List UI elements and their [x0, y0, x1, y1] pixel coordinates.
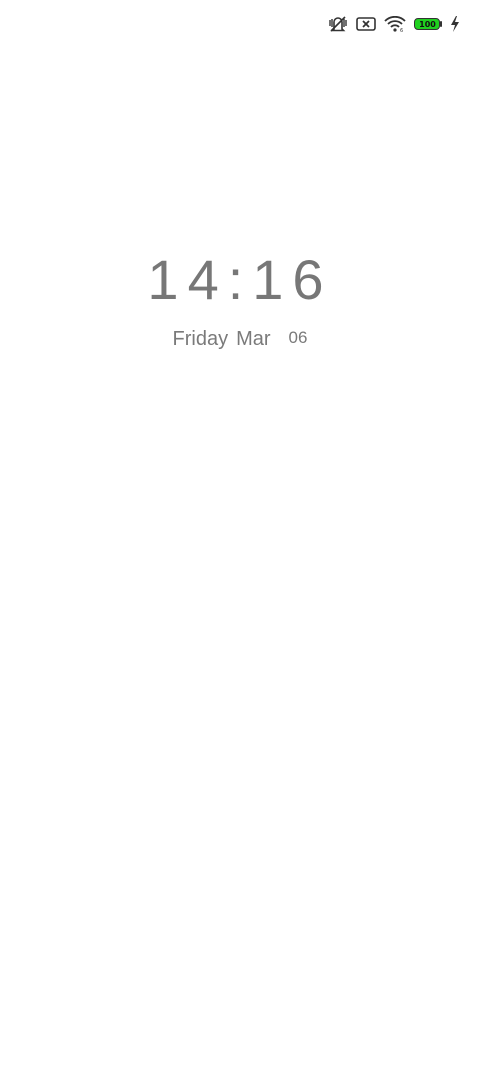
date-number: 06 — [288, 328, 308, 347]
status-bar: 6 100 — [328, 12, 460, 36]
date-month: Mar — [236, 328, 271, 350]
svg-text:6: 6 — [400, 28, 403, 32]
battery-level: 100 — [419, 20, 436, 29]
lock-screen-date: Friday Mar 06 — [0, 328, 480, 351]
charging-bolt-icon — [450, 16, 460, 32]
date-day: Friday — [172, 328, 229, 350]
vibrate-mute-icon — [328, 15, 348, 33]
lock-screen-clock: 14:16 — [147, 248, 333, 311]
no-sim-icon — [356, 16, 376, 32]
wifi-icon: 6 — [384, 16, 406, 32]
battery-icon: 100 — [414, 18, 442, 30]
